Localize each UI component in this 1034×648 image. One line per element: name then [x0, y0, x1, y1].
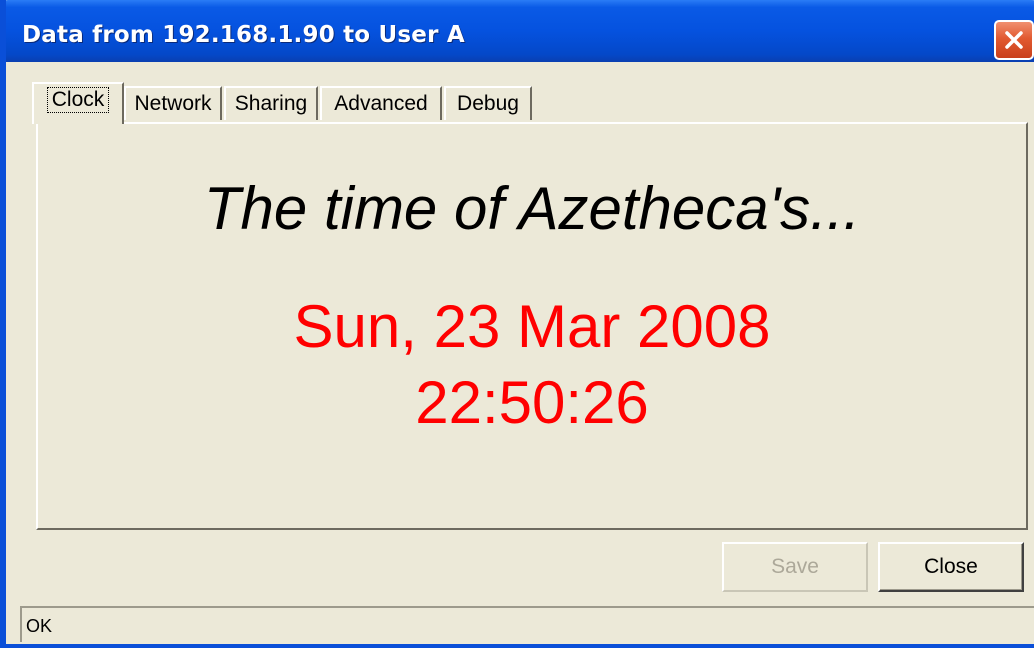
dialog-window: Data from 192.168.1.90 to User A Clock N… [0, 0, 1034, 648]
tab-clock[interactable]: Clock [32, 82, 124, 124]
tab-network[interactable]: Network [124, 86, 222, 120]
window-title: Data from 192.168.1.90 to User A [22, 22, 465, 48]
tab-debug[interactable]: Debug [444, 86, 532, 120]
close-window-button[interactable] [994, 20, 1034, 60]
clock-heading: The time of Azetheca's... [203, 175, 861, 242]
tab-advanced-label: Advanced [334, 92, 428, 115]
clock-tab-panel: The time of Azetheca's... Sun, 23 Mar 20… [36, 122, 1028, 530]
close-x-icon [1005, 31, 1023, 49]
tab-sharing-label: Sharing [234, 92, 308, 115]
tab-network-label: Network [134, 92, 212, 115]
status-bar: OK [20, 606, 1034, 642]
tab-sharing[interactable]: Sharing [224, 86, 318, 120]
save-button[interactable]: Save [722, 542, 868, 592]
tab-clock-label: Clock [46, 87, 110, 113]
tab-advanced[interactable]: Advanced [320, 86, 442, 120]
clock-time: 22:50:26 [415, 369, 649, 436]
clock-date: Sun, 23 Mar 2008 [293, 293, 771, 360]
close-button[interactable]: Close [878, 542, 1024, 592]
tab-debug-label: Debug [457, 92, 519, 115]
title-bar[interactable]: Data from 192.168.1.90 to User A [6, 0, 1034, 62]
